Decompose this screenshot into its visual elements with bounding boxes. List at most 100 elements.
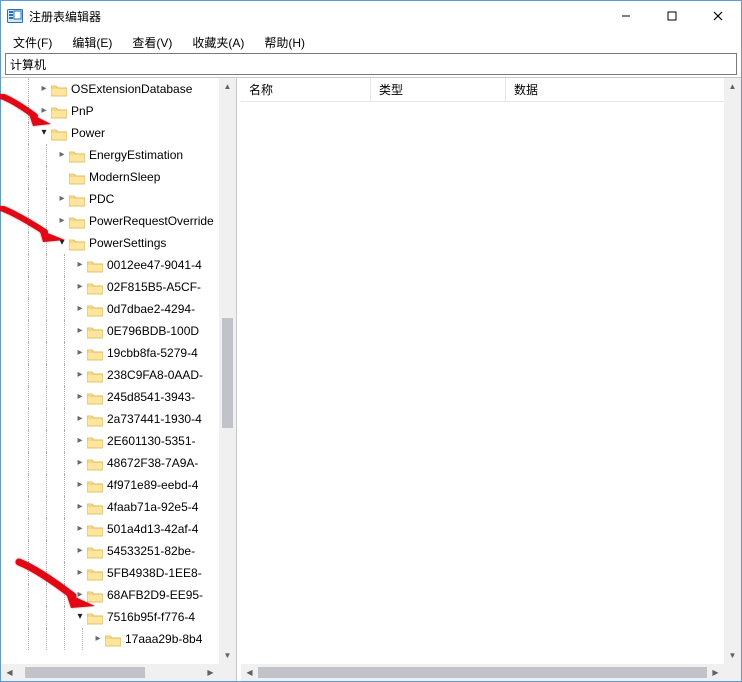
scroll-left-icon[interactable]: ◀ [1,664,18,681]
expand-icon[interactable] [73,452,87,474]
regedit-app-icon [7,8,23,24]
scroll-down-icon[interactable]: ▼ [219,647,236,664]
list-vertical-scrollbar[interactable]: ▲ ▼ [724,78,741,664]
folder-icon [51,104,67,118]
tree-item-psettings[interactable]: PowerSettings [1,232,236,254]
tree-item-label: 4f971e89-eebd-4 [107,474,198,496]
expand-icon[interactable] [73,254,87,276]
list-pane: 名称 类型 数据 ▲ ▼ ◀ ▶ [241,78,741,681]
expand-icon[interactable] [73,474,87,496]
menu-favorites[interactable]: 收藏夹(A) [186,32,250,53]
scroll-right-icon[interactable]: ▶ [202,664,219,681]
list-horizontal-scrollbar[interactable]: ◀ ▶ [241,664,724,681]
tree-item-g05[interactable]: 19cbb8fa-5279-4 [1,342,236,364]
scroll-left-icon[interactable]: ◀ [241,664,258,681]
tree-item-label: PDC [89,188,114,210]
column-header-data[interactable]: 数据 [506,78,724,102]
close-button[interactable] [695,1,741,31]
tree-item-pdc[interactable]: PDC [1,188,236,210]
tree-item-osext[interactable]: OSExtensionDatabase [1,78,236,100]
menu-bar: 文件(F) 编辑(E) 查看(V) 收藏夹(A) 帮助(H) [1,31,741,53]
tree-horizontal-scrollbar[interactable]: ◀ ▶ [1,664,219,681]
tree-item-prover[interactable]: PowerRequestOverride [1,210,236,232]
tree-item-g17a[interactable]: 17aaa29b-8b4 [1,628,236,650]
expand-icon[interactable] [73,408,87,430]
expand-icon[interactable] [73,584,87,606]
column-header-name[interactable]: 名称 [241,78,371,102]
expand-icon[interactable] [37,100,51,122]
expand-icon[interactable] [37,78,51,100]
tree-item-g13[interactable]: 501a4d13-42af-4 [1,518,236,540]
address-path: 计算机 [10,56,46,73]
h-scroll-thumb[interactable] [258,667,707,678]
menu-edit[interactable]: 编辑(E) [66,32,118,53]
tree-item-power[interactable]: Power [1,122,236,144]
tree-item-label: 17aaa29b-8b4 [125,628,202,650]
tree-item-g08[interactable]: 2a737441-1930-4 [1,408,236,430]
collapse-icon[interactable] [37,122,51,144]
address-bar[interactable]: 计算机 [5,53,737,75]
expand-icon[interactable] [73,320,87,342]
tree-item-g01[interactable]: 0012ee47-9041-4 [1,254,236,276]
h-scroll-thumb[interactable] [25,667,145,678]
expand-icon[interactable] [73,518,87,540]
tree-item-g09[interactable]: 2E601130-5351- [1,430,236,452]
tree-vertical-scrollbar[interactable]: ▲ ▼ [219,78,236,664]
folder-icon [87,588,103,602]
expand-icon[interactable] [91,628,105,650]
tree-item-g02[interactable]: 02F815B5-A5CF- [1,276,236,298]
expand-icon[interactable] [73,342,87,364]
tree-item-g12[interactable]: 4faab71a-92e5-4 [1,496,236,518]
tree-item-g03[interactable]: 0d7dbae2-4294- [1,298,236,320]
column-header-type[interactable]: 类型 [371,78,506,102]
expand-icon[interactable] [73,386,87,408]
folder-icon [87,412,103,426]
scroll-right-icon[interactable]: ▶ [707,664,724,681]
tree-item-energy[interactable]: EnergyEstimation [1,144,236,166]
tree-item-modern[interactable]: ModernSleep [1,166,236,188]
tree-item-label: EnergyEstimation [89,144,183,166]
folder-icon [87,478,103,492]
tree-item-g17[interactable]: 7516b95f-f776-4 [1,606,236,628]
tree-item-label: ModernSleep [89,166,160,188]
expand-icon[interactable] [55,210,69,232]
tree-item-g06[interactable]: 238C9FA8-0AAD- [1,364,236,386]
menu-help[interactable]: 帮助(H) [258,32,311,53]
scroll-up-icon[interactable]: ▲ [219,78,236,95]
expand-icon[interactable] [55,188,69,210]
menu-file[interactable]: 文件(F) [7,32,58,53]
collapse-icon[interactable] [73,606,87,628]
tree-item-label: OSExtensionDatabase [71,78,192,100]
expand-icon[interactable] [73,540,87,562]
tree-item-g15[interactable]: 5FB4938D-1EE8- [1,562,236,584]
tree-item-pnp[interactable]: PnP [1,100,236,122]
scroll-up-icon[interactable]: ▲ [724,78,741,95]
title-bar[interactable]: 注册表编辑器 [1,1,741,31]
expand-icon[interactable] [73,562,87,584]
expand-icon[interactable] [73,496,87,518]
menu-view[interactable]: 查看(V) [126,32,178,53]
expand-icon[interactable] [55,144,69,166]
regedit-window: 注册表编辑器 文件(F) 编辑(E) 查看(V) 收藏夹(A) 帮助(H) 计算… [0,0,742,682]
tree-item-label: 0E796BDB-100D [107,320,199,342]
folder-icon [69,192,85,206]
collapse-icon[interactable] [55,232,69,254]
scrollbar-corner [724,664,741,681]
tree-item-g16[interactable]: 68AFB2D9-EE95- [1,584,236,606]
tree-item-g04[interactable]: 0E796BDB-100D [1,320,236,342]
expand-icon[interactable] [73,298,87,320]
tree-item-g11[interactable]: 4f971e89-eebd-4 [1,474,236,496]
tree-item-label: 0d7dbae2-4294- [107,298,195,320]
expand-icon[interactable] [73,364,87,386]
maximize-button[interactable] [649,1,695,31]
expand-icon[interactable] [73,276,87,298]
folder-icon [87,324,103,338]
tree-viewport[interactable]: OSExtensionDatabasePnPPowerEnergyEstimat… [1,78,236,664]
tree-item-g10[interactable]: 48672F38-7A9A- [1,452,236,474]
tree-item-g14[interactable]: 54533251-82be- [1,540,236,562]
scroll-down-icon[interactable]: ▼ [724,647,741,664]
minimize-button[interactable] [603,1,649,31]
expand-icon[interactable] [73,430,87,452]
v-scroll-thumb[interactable] [222,318,233,428]
tree-item-g07[interactable]: 245d8541-3943- [1,386,236,408]
